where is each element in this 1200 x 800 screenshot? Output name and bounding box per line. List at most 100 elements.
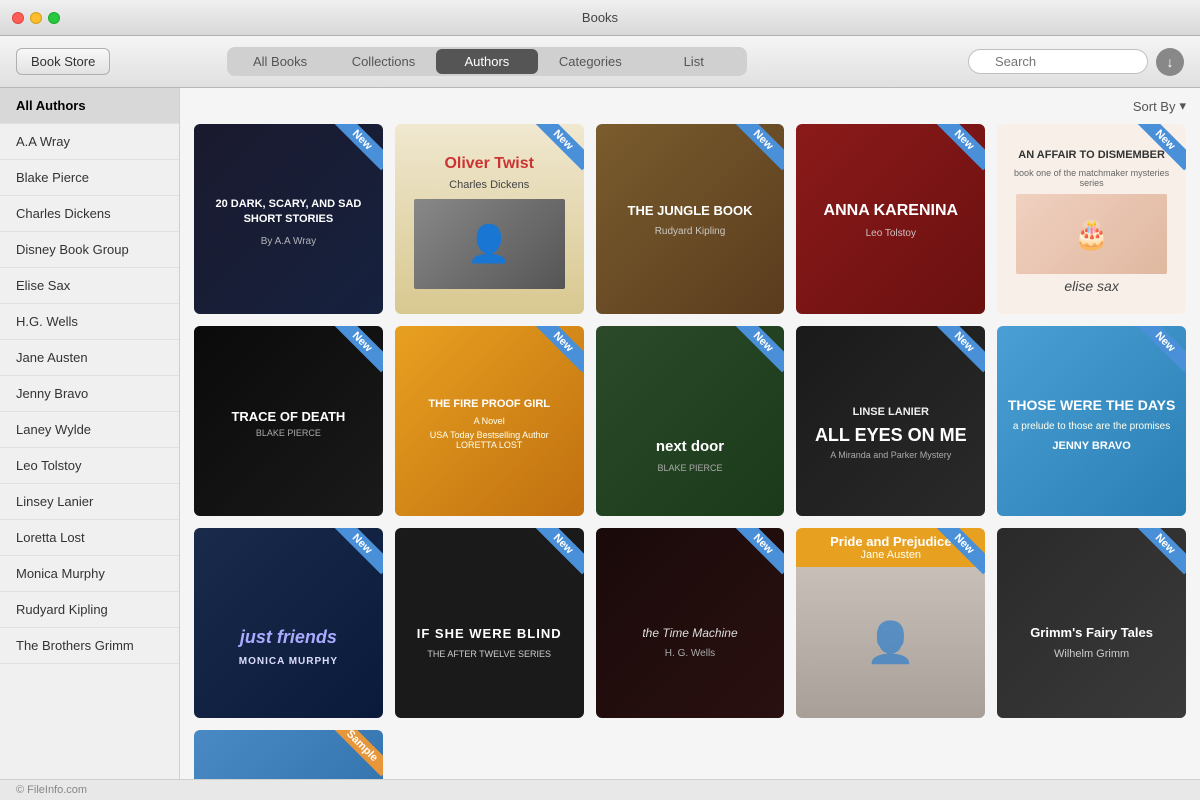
search-area: 🔍 ↓ xyxy=(968,48,1184,76)
book-cover-good: Sample THE GOOD... xyxy=(194,730,383,779)
book-card-anna[interactable]: New Anna Karenina Leo Tolstoy xyxy=(796,124,985,314)
portrait-icon: 👤 xyxy=(467,223,512,265)
book-title-trace: TRACE OF DEATH xyxy=(227,405,349,428)
badge-label-alleyeson: New xyxy=(934,326,985,372)
sidebar-item-elise-sax[interactable]: Elise Sax xyxy=(0,268,179,304)
bookstore-button[interactable]: Book Store xyxy=(16,48,110,75)
book-author-friends: MONICA MURPHY xyxy=(239,656,338,667)
book-card-time[interactable]: New the Time Machine H. G. Wells xyxy=(596,528,785,718)
sidebar-item-disney-book-group[interactable]: Disney Book Group xyxy=(0,232,179,268)
sidebar-item-monica-murphy[interactable]: Monica Murphy xyxy=(0,556,179,592)
book-card-oliver[interactable]: New Oliver Twist Charles Dickens 👤 xyxy=(395,124,584,314)
book-author-lanier: LINSE LANIER xyxy=(849,402,933,422)
book-card-thosedays[interactable]: New THOSE WERE THE DAYS a prelude to tho… xyxy=(997,326,1186,516)
illustration-icon: 🎂 xyxy=(1074,218,1109,251)
badge-new-ifsheblind: New xyxy=(530,528,584,582)
book-author-anna: Leo Tolstoy xyxy=(860,226,922,241)
book-card-pride[interactable]: New Pride and Prejudice Jane Austen 👤 xyxy=(796,528,985,718)
book-card-good[interactable]: Sample THE GOOD... xyxy=(194,730,383,779)
content-area: Sort By ▾ New 20 Dark, Scary, And Sad Sh… xyxy=(180,88,1200,779)
badge-label-friends: New xyxy=(331,528,382,574)
book-cover-nextdoor: New next door BLAKE PIERCE xyxy=(596,326,785,516)
book-title-jungle: The Jungle Book xyxy=(622,199,759,224)
book-author-grimm: Wilhelm Grimm xyxy=(1054,648,1129,660)
book-card-friends[interactable]: New just friends MONICA MURPHY xyxy=(194,528,383,718)
badge-new-oliver: New xyxy=(530,124,584,178)
book-card-grimm[interactable]: New Grimm's Fairy Tales Wilhelm Grimm xyxy=(997,528,1186,718)
close-button[interactable] xyxy=(12,12,24,24)
book-author-jungle: Rudyard Kipling xyxy=(649,224,732,239)
tab-all-books[interactable]: All Books xyxy=(229,49,331,74)
book-subtitle-alleyeson: A Miranda and Parker Mystery xyxy=(830,450,951,460)
minimize-button[interactable] xyxy=(30,12,42,24)
tabs-group: All Books Collections Authors Categories… xyxy=(227,47,747,76)
sidebar-item-linsey-lanier[interactable]: Linsey Lanier xyxy=(0,484,179,520)
book-card-fire[interactable]: New The Fire Proof Girl A Novel USA Toda… xyxy=(395,326,584,516)
sidebar-item-jane-austen[interactable]: Jane Austen xyxy=(0,340,179,376)
book-card-trace[interactable]: New TRACE OF DEATH BLAKE PIERCE xyxy=(194,326,383,516)
sidebar-header[interactable]: All Authors xyxy=(0,88,179,124)
sidebar-item-blake-pierce[interactable]: Blake Pierce xyxy=(0,160,179,196)
sort-button[interactable]: Sort By ▾ xyxy=(1133,98,1186,114)
book-title-ifsheblind: IF SHE WERE BLIND xyxy=(409,618,570,649)
badge-new-jungle: New xyxy=(730,124,784,178)
badge-label-jungle: New xyxy=(733,124,784,170)
book-cover-thosedays: New THOSE WERE THE DAYS a prelude to tho… xyxy=(997,326,1186,516)
window-title: Books xyxy=(582,10,618,25)
book-author-20-dark: By A.A Wray xyxy=(255,234,322,249)
book-title-thosedays: THOSE WERE THE DAYS xyxy=(1000,390,1184,421)
book-subtitle-fire: A Novel xyxy=(474,416,505,426)
book-card-alleyeson[interactable]: New LINSE LANIER ALL EYES ON ME A Mirand… xyxy=(796,326,985,516)
tab-authors[interactable]: Authors xyxy=(436,49,538,74)
book-title-20-dark: 20 Dark, Scary, And Sad Short Stories xyxy=(194,189,383,234)
book-cover-grimm: New Grimm's Fairy Tales Wilhelm Grimm xyxy=(997,528,1186,718)
book-title-nextdoor: next door xyxy=(648,430,732,463)
sidebar-item-laney-wylde[interactable]: Laney Wylde xyxy=(0,412,179,448)
book-cover-time: New the Time Machine H. G. Wells xyxy=(596,528,785,718)
badge-label-ifsheblind: New xyxy=(532,528,583,574)
sidebar-item-jenny-bravo[interactable]: Jenny Bravo xyxy=(0,376,179,412)
book-cover-affair: New AN AFFAIR TO DISMEMBER book one of t… xyxy=(997,124,1186,314)
book-title-anna: Anna Karenina xyxy=(818,197,965,226)
tab-collections[interactable]: Collections xyxy=(332,49,434,74)
sidebar-item-charles-dickens[interactable]: Charles Dickens xyxy=(0,196,179,232)
badge-label-fire: New xyxy=(532,326,583,372)
book-author-nextdoor: BLAKE PIERCE xyxy=(657,463,722,473)
book-portrait-oliver: 👤 xyxy=(414,199,565,289)
badge-label-oliver: New xyxy=(532,124,583,170)
sidebar-item-rudyard-kipling[interactable]: Rudyard Kipling xyxy=(0,592,179,628)
badge-new-friends: New xyxy=(329,528,383,582)
book-card-jungle[interactable]: New The Jungle Book Rudyard Kipling xyxy=(596,124,785,314)
sidebar-item-aa-wray[interactable]: A.A Wray xyxy=(0,124,179,160)
book-title-friends: just friends xyxy=(232,619,345,656)
sidebar-item-leo-tolstoy[interactable]: Leo Tolstoy xyxy=(0,448,179,484)
badge-new-nextdoor: New xyxy=(730,326,784,380)
book-card-ifsheblind[interactable]: New IF SHE WERE BLIND THE AFTER TWELVE S… xyxy=(395,528,584,718)
book-card-20-dark[interactable]: New 20 Dark, Scary, And Sad Short Storie… xyxy=(194,124,383,314)
tab-list[interactable]: List xyxy=(643,49,745,74)
badge-label-pride: New xyxy=(934,528,985,574)
pride-portrait-area: 👤 xyxy=(796,567,985,718)
download-icon: ↓ xyxy=(1166,54,1173,70)
sidebar-item-loretta-lost[interactable]: Loretta Lost xyxy=(0,520,179,556)
sidebar-item-the-brothers-grimm[interactable]: The Brothers Grimm xyxy=(0,628,179,664)
main-area: All Authors A.A Wray Blake Pierce Charle… xyxy=(0,88,1200,779)
book-series-ifsheblind: THE AFTER TWELVE SERIES xyxy=(427,649,551,659)
book-author-affair: elise sax xyxy=(1064,278,1118,294)
badge-label-time: New xyxy=(733,528,784,574)
content-header: Sort By ▾ xyxy=(194,98,1186,114)
book-card-affair[interactable]: New AN AFFAIR TO DISMEMBER book one of t… xyxy=(997,124,1186,314)
books-grid: New 20 Dark, Scary, And Sad Short Storie… xyxy=(194,124,1186,779)
sidebar-item-hg-wells[interactable]: H.G. Wells xyxy=(0,304,179,340)
book-cover-anna: New Anna Karenina Leo Tolstoy xyxy=(796,124,985,314)
book-author-thosedays: JENNY BRAVO xyxy=(1052,440,1130,452)
download-button[interactable]: ↓ xyxy=(1156,48,1184,76)
sidebar: All Authors A.A Wray Blake Pierce Charle… xyxy=(0,88,180,779)
tab-categories[interactable]: Categories xyxy=(539,49,641,74)
search-input[interactable] xyxy=(968,49,1148,74)
maximize-button[interactable] xyxy=(48,12,60,24)
sort-chevron-icon: ▾ xyxy=(1179,98,1186,114)
book-card-nextdoor[interactable]: New next door BLAKE PIERCE xyxy=(596,326,785,516)
badge-sample-good: Sample xyxy=(329,730,383,779)
window-controls[interactable] xyxy=(12,12,60,24)
